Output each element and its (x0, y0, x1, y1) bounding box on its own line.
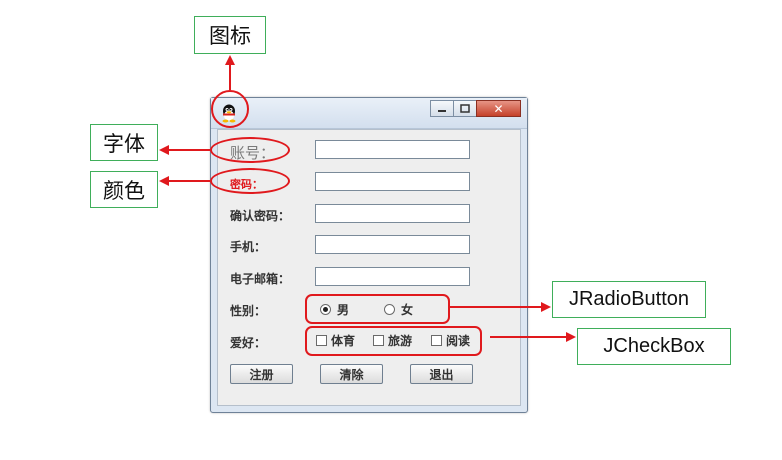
annotation-arrows (159, 55, 576, 342)
